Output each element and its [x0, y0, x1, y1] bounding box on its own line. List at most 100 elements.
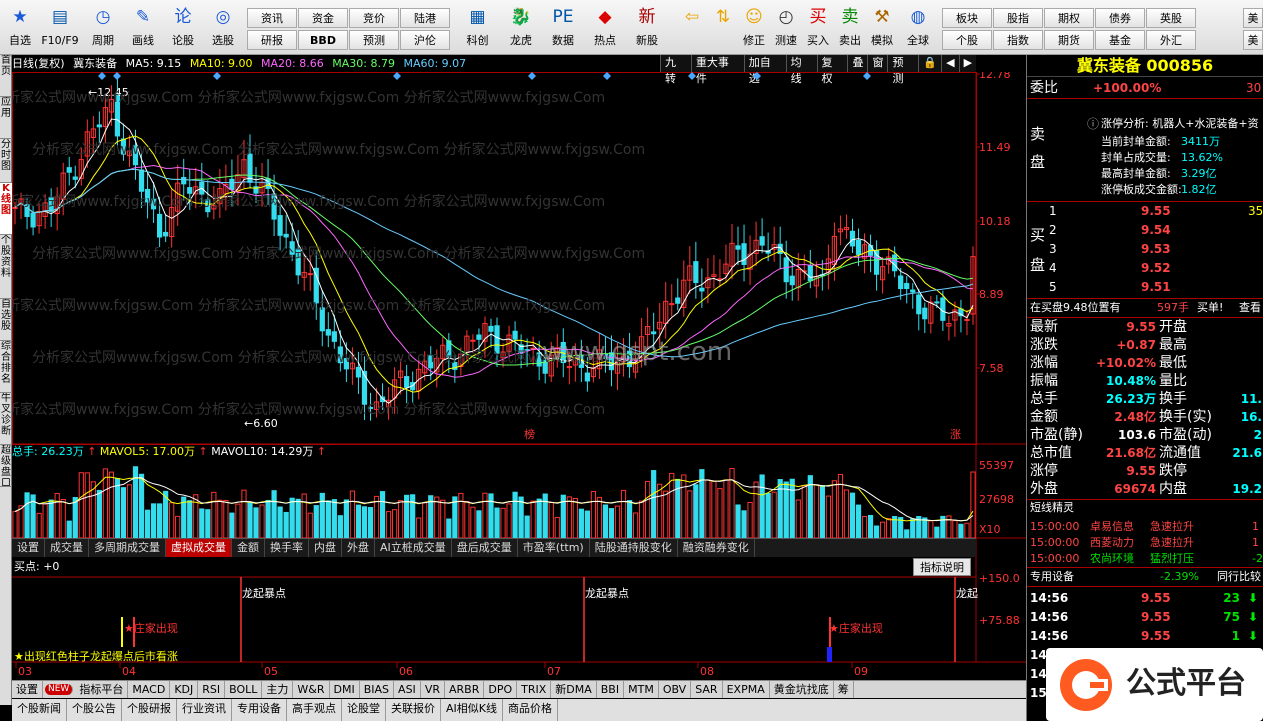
toolbar-small-top-1[interactable]: 资金 — [298, 8, 348, 28]
toolbar-right-edge-top[interactable]: 美 — [1243, 8, 1263, 28]
toolbar.buttons-3[interactable]: ✎ 画线 — [123, 2, 163, 53]
toolbar.buttons3-0[interactable]: ⇦ — [676, 2, 708, 53]
indicator-tab-6[interactable]: BOLL — [225, 681, 263, 698]
left-tab-7[interactable]: 牛叉诊断 — [0, 393, 12, 445]
toolbar-right-bottom-2[interactable]: 期货 — [1044, 30, 1094, 50]
toolbar-right-top-1[interactable]: 股指 — [993, 8, 1043, 28]
indicator-tab-0[interactable]: 设置 — [12, 681, 43, 698]
toolbar.buttons3-4[interactable]: 买买入 — [802, 2, 834, 53]
toolbar-right-top-4[interactable]: 英股 — [1146, 8, 1196, 28]
toolbar-right-bottom-1[interactable]: 指数 — [993, 30, 1043, 50]
toolbar-right-bottom-0[interactable]: 个股 — [942, 30, 992, 50]
indicator-tab-18[interactable]: MTM — [624, 681, 659, 698]
indicator-tab-2[interactable]: 指标平台 — [75, 681, 129, 698]
volume-tab-10[interactable]: 市盈率(ttm) — [518, 539, 590, 557]
kline-btn-3[interactable]: 均线 — [785, 55, 817, 85]
volume-tab-9[interactable]: 盘后成交量 — [452, 539, 518, 557]
event-marker-icon[interactable] — [753, 72, 761, 80]
left-tab-4[interactable]: 个股资料 — [0, 235, 12, 299]
bang-marker[interactable]: 榜 — [524, 427, 535, 441]
indicator-tab-22[interactable]: 黄金坑找底 — [770, 681, 834, 698]
event-marker-icon[interactable] — [603, 72, 611, 80]
info-tab-5[interactable]: 高手观点 — [287, 699, 342, 721]
indicator-help-button[interactable]: 指标说明 — [913, 558, 971, 576]
toolbar.buttons-4[interactable]: 论论股 — [163, 2, 203, 53]
toolbar-right-bottom-3[interactable]: 基金 — [1095, 30, 1145, 50]
indicator-tab-17[interactable]: BBI — [597, 681, 625, 698]
toolbar-right-bottom-4[interactable]: 外汇 — [1146, 30, 1196, 50]
toolbar.buttons2-4[interactable]: 新新股 — [626, 2, 668, 53]
event-marker-icon[interactable] — [113, 72, 121, 80]
indicator-tab-3[interactable]: MACD — [128, 681, 171, 698]
event-marker-icon[interactable] — [528, 72, 536, 80]
kline-btn-7[interactable]: 预测 — [887, 55, 919, 85]
toolbar-right-top-3[interactable]: 债券 — [1095, 8, 1145, 28]
toolbar.buttons3-5[interactable]: 卖卖出 — [834, 2, 866, 53]
info-tab-7[interactable]: 关联报价 — [386, 699, 441, 721]
toolbar-small-bottom-2[interactable]: 预测 — [349, 30, 399, 50]
indicator-tab-4[interactable]: KDJ — [170, 681, 199, 698]
toolbar-small-bottom-1[interactable]: BBD — [298, 30, 348, 50]
indicator-tab-12[interactable]: VR — [421, 681, 445, 698]
toolbar.buttons2-1[interactable]: 🐉 龙虎 — [500, 2, 542, 53]
indicator-tab-10[interactable]: BIAS — [360, 681, 395, 698]
kline-btn-8[interactable]: 🔒 — [918, 55, 942, 72]
toolbar.buttons2-0[interactable]: ▦ 科创 — [455, 2, 500, 53]
kline-btn-10[interactable]: ▶ — [958, 55, 977, 72]
kline-btn-0[interactable]: 九转 — [660, 55, 691, 85]
kline-btn-1[interactable]: 重大事件 — [690, 55, 744, 85]
left-tab-3[interactable]: K线图 — [0, 183, 12, 235]
kline-btn-5[interactable]: 叠 — [847, 55, 868, 72]
toolbar.buttons-2[interactable]: ◷ 周期 — [83, 2, 123, 53]
info-tab-8[interactable]: AI相似K线 — [441, 699, 503, 721]
kline-period[interactable]: 日线(复权) — [12, 57, 65, 70]
left-tab-2[interactable]: 分时图 — [0, 139, 12, 183]
indicator-tab-20[interactable]: SAR — [691, 681, 723, 698]
toolbar-small-top-3[interactable]: 陆港 — [400, 8, 450, 28]
event-marker-icon[interactable] — [688, 72, 696, 80]
toolbar.buttons3-2[interactable]: ☺ 修正 — [738, 2, 770, 53]
toolbar-right-top-2[interactable]: 期权 — [1044, 8, 1094, 28]
info-tab-1[interactable]: 个股公告 — [67, 699, 122, 721]
toolbar.buttons-0[interactable]: ★ 自选 — [3, 2, 37, 53]
indicator-tab-13[interactable]: ARBR — [445, 681, 485, 698]
volume-tab-0[interactable]: 设置 — [12, 539, 45, 557]
event-marker-icon[interactable] — [393, 72, 401, 80]
volume-tab-6[interactable]: 内盘 — [309, 539, 342, 557]
info-tab-3[interactable]: 行业资讯 — [177, 699, 232, 721]
indicator-tab-16[interactable]: 新DMA — [551, 681, 597, 698]
toolbar.buttons3-6[interactable]: ⚒ 模拟 — [866, 2, 898, 53]
volume-tab-12[interactable]: 融资融券变化 — [678, 539, 755, 557]
info-tab-9[interactable]: 商品价格 — [503, 699, 558, 721]
indicator-tab-5[interactable]: RSI — [198, 681, 226, 698]
event-marker-icon[interactable] — [213, 72, 221, 80]
kline-btn-4[interactable]: 复权 — [816, 55, 848, 85]
zhang-marker[interactable]: 涨 — [950, 428, 961, 441]
toolbar-small-top-2[interactable]: 竞价 — [349, 8, 399, 28]
indicator-tab-15[interactable]: TRIX — [517, 681, 552, 698]
indicator-tab-21[interactable]: EXPMA — [723, 681, 770, 698]
volume-tab-4[interactable]: 金额 — [232, 539, 265, 557]
left-tab-1[interactable]: 应用 — [0, 97, 12, 139]
kline-chart-canvas[interactable]: 12.7811.4910.188.897.58←12.45←6.60榜 涨分析家公… — [12, 72, 1026, 680]
kline-btn-9[interactable]: ◀ — [941, 55, 959, 72]
kline-btn-6[interactable]: 窗 — [867, 55, 888, 72]
info-tab-6[interactable]: 论股堂 — [342, 699, 386, 721]
toolbar.buttons3-7[interactable]: ◍ 全球 — [898, 2, 938, 53]
indicator-tab-19[interactable]: OBV — [659, 681, 692, 698]
toolbar.buttons-5[interactable]: ◎ 选股 — [203, 2, 243, 53]
toolbar-small-bottom-3[interactable]: 沪伦 — [400, 30, 450, 50]
volume-tab-11[interactable]: 陆股通持股变化 — [590, 539, 678, 557]
left-tab-6[interactable]: 综合排名 — [0, 341, 12, 393]
toolbar.buttons-1[interactable]: ▤ F10/F9 — [37, 2, 83, 53]
info-tab-0[interactable]: 个股新闻 — [12, 699, 67, 721]
indicator-tab-8[interactable]: W&R — [293, 681, 330, 698]
volume-tab-7[interactable]: 外盘 — [342, 539, 375, 557]
info-tab-4[interactable]: 专用设备 — [232, 699, 287, 721]
indicator-tab-23[interactable]: 筹 — [834, 681, 854, 698]
indicator-tab-9[interactable]: DMI — [330, 681, 360, 698]
volume-tab-8[interactable]: AI立桩成交量 — [375, 539, 452, 557]
event-marker-icon[interactable] — [863, 72, 871, 80]
volume-tab-1[interactable]: 成交量 — [45, 539, 89, 557]
kline-btn-2[interactable]: 加自选 — [743, 55, 786, 85]
